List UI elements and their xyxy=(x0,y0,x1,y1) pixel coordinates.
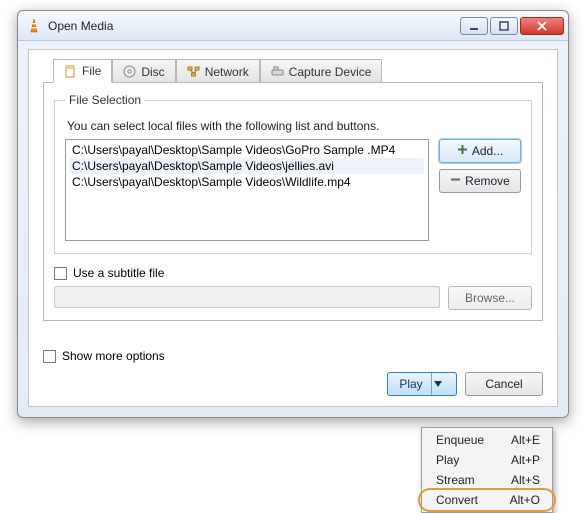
file-list[interactable]: C:\Users\payal\Desktop\Sample Videos\GoP… xyxy=(65,139,429,241)
play-dropdown-menu: Enqueue Alt+E Play Alt+P Stream Alt+S Co… xyxy=(421,427,553,513)
add-button-label: Add... xyxy=(472,144,503,158)
cancel-button[interactable]: Cancel xyxy=(465,372,543,396)
add-button[interactable]: Add... xyxy=(439,139,521,163)
titlebar: Open Media xyxy=(18,11,568,41)
browse-button: Browse... xyxy=(448,286,532,310)
tab-network[interactable]: Network xyxy=(176,59,260,83)
subtitle-path-input xyxy=(54,286,440,308)
subtitle-row: Use a subtitle file xyxy=(54,266,532,280)
file-selection-legend: File Selection xyxy=(65,93,145,107)
file-selection-group: File Selection You can select local file… xyxy=(54,93,532,254)
menu-item-label: Stream xyxy=(436,473,475,487)
menu-item-play[interactable]: Play Alt+P xyxy=(422,450,552,470)
subtitle-checkbox[interactable] xyxy=(54,267,67,280)
cancel-button-label: Cancel xyxy=(485,377,522,391)
menu-item-accel: Alt+P xyxy=(511,453,540,467)
open-media-window: Open Media File Disc Network Capture Dev… xyxy=(17,10,569,418)
browse-button-label: Browse... xyxy=(465,291,515,305)
chevron-down-icon xyxy=(434,380,442,388)
show-more-checkbox[interactable] xyxy=(43,350,56,363)
play-button-label: Play xyxy=(399,377,422,391)
menu-item-label: Convert xyxy=(436,493,478,507)
menu-item-accel: Alt+S xyxy=(511,473,540,487)
maximize-button[interactable] xyxy=(490,17,518,35)
file-icon xyxy=(64,65,77,78)
tab-network-label: Network xyxy=(205,65,249,79)
remove-button[interactable]: Remove xyxy=(439,169,521,193)
show-more-row: Show more options xyxy=(43,349,543,363)
list-item[interactable]: C:\Users\payal\Desktop\Sample Videos\Wil… xyxy=(70,174,424,190)
tab-capture-label: Capture Device xyxy=(289,65,372,79)
menu-item-stream[interactable]: Stream Alt+S xyxy=(422,470,552,490)
tab-file[interactable]: File xyxy=(53,59,112,83)
list-item[interactable]: C:\Users\payal\Desktop\Sample Videos\GoP… xyxy=(70,142,424,158)
show-more-label: Show more options xyxy=(62,349,165,363)
play-dropdown-toggle[interactable] xyxy=(431,373,445,395)
source-tabs: File Disc Network Capture Device xyxy=(53,58,543,82)
tab-file-label: File xyxy=(82,64,101,78)
menu-item-accel: Alt+O xyxy=(510,493,540,507)
subtitle-checkbox-label: Use a subtitle file xyxy=(73,266,164,280)
play-split-button[interactable]: Play xyxy=(387,372,457,396)
remove-button-label: Remove xyxy=(465,174,510,188)
menu-item-convert[interactable]: Convert Alt+O xyxy=(422,490,552,510)
window-title: Open Media xyxy=(48,18,458,33)
menu-item-label: Enqueue xyxy=(436,433,484,447)
close-button[interactable] xyxy=(520,17,564,35)
vlc-cone-icon xyxy=(26,18,42,34)
menu-item-enqueue[interactable]: Enqueue Alt+E xyxy=(422,430,552,450)
menu-item-label: Play xyxy=(436,453,459,467)
minus-icon xyxy=(450,174,461,188)
list-item[interactable]: C:\Users\payal\Desktop\Sample Videos\jel… xyxy=(70,158,424,174)
menu-item-accel: Alt+E xyxy=(511,433,540,447)
dialog-content: File Disc Network Capture Device File Se… xyxy=(28,49,558,407)
plus-icon xyxy=(457,144,468,158)
file-selection-hint: You can select local files with the foll… xyxy=(67,119,521,133)
tab-disc[interactable]: Disc xyxy=(112,59,175,83)
tab-capture[interactable]: Capture Device xyxy=(260,59,383,83)
capture-icon xyxy=(271,65,284,78)
network-icon xyxy=(187,65,200,78)
file-tab-page: File Selection You can select local file… xyxy=(43,82,543,321)
minimize-button[interactable] xyxy=(460,17,488,35)
disc-icon xyxy=(123,65,136,78)
tab-disc-label: Disc xyxy=(141,65,164,79)
